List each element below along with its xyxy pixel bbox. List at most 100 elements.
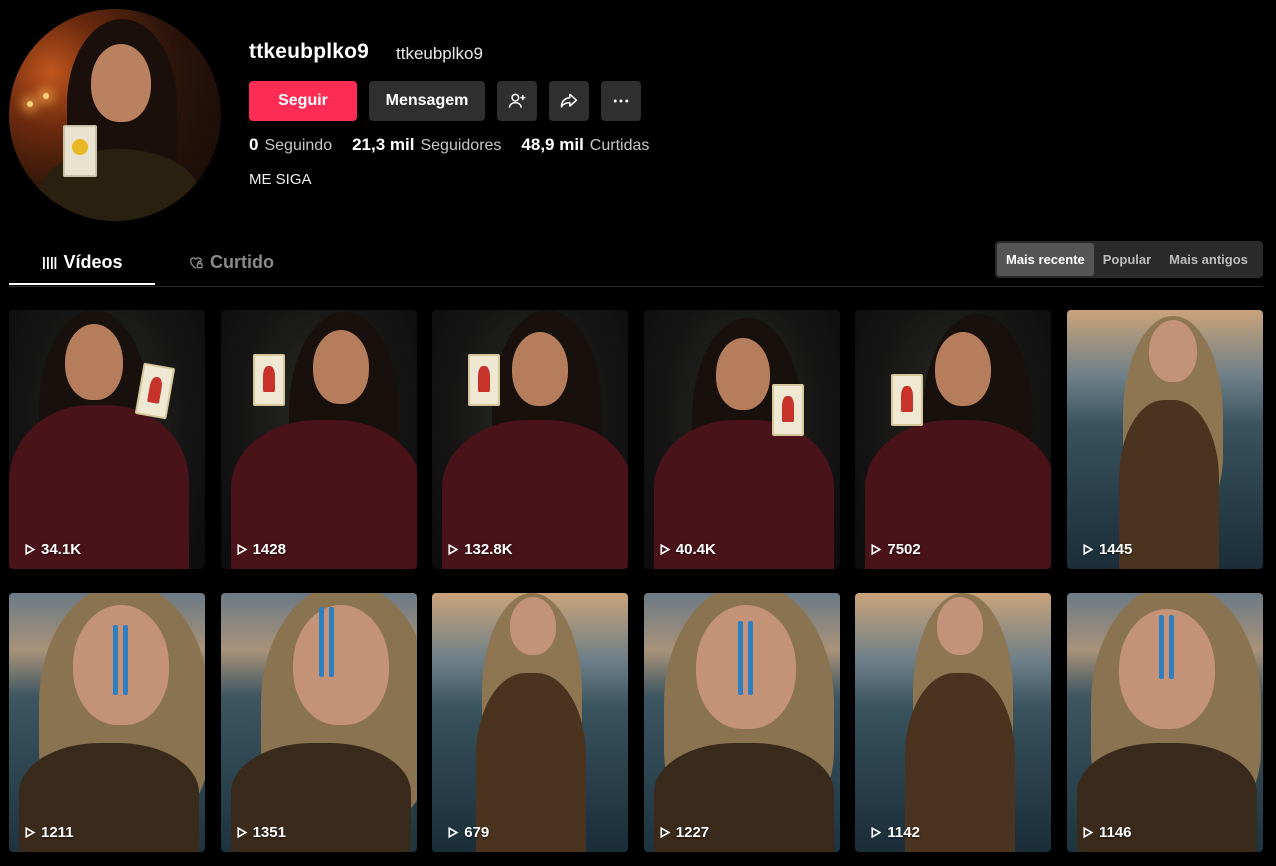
tab-liked[interactable]: Curtido — [188, 252, 274, 273]
play-icon — [25, 543, 36, 556]
figure-body — [1118, 400, 1219, 569]
add-friend-button[interactable] — [497, 81, 537, 121]
video-thumbnail[interactable]: 1146 — [1066, 593, 1263, 852]
figure-face — [1148, 320, 1197, 382]
face-paint — [747, 621, 753, 695]
view-count-value: 679 — [464, 824, 490, 841]
tarot-card — [771, 384, 804, 436]
tarot-card — [891, 374, 924, 426]
message-button[interactable]: Mensagem — [369, 81, 485, 121]
video-thumbnail[interactable]: 1142 — [855, 593, 1052, 852]
figure-face — [937, 597, 984, 655]
view-count: 132.8K — [446, 541, 513, 558]
video-thumbnail[interactable]: 34.1K — [9, 310, 205, 569]
figure-face — [73, 605, 169, 725]
view-count: 1142 — [869, 824, 920, 841]
more-button[interactable] — [601, 81, 641, 121]
follow-button[interactable]: Seguir — [249, 81, 357, 121]
play-icon — [1083, 826, 1094, 839]
video-thumbnail[interactable]: 1351 — [220, 593, 417, 852]
more-icon — [613, 99, 629, 103]
candle-light — [43, 93, 49, 99]
sort-selector: Mais recente Popular Mais antigos — [995, 241, 1263, 278]
view-count-value: 7502 — [887, 541, 921, 558]
face-paint — [1158, 615, 1164, 679]
view-count-value: 1351 — [252, 824, 286, 841]
tab-videos[interactable]: Vídeos — [9, 252, 155, 273]
play-icon — [25, 826, 36, 839]
tarot-card — [252, 354, 285, 406]
stat-label: Curtidas — [589, 137, 650, 154]
stat-value: 21,3 mil — [352, 135, 415, 154]
profile-username: ttkeubplko9 — [249, 40, 370, 63]
view-count: 7502 — [869, 541, 921, 558]
tarot-card — [63, 125, 97, 177]
view-count-value: 1142 — [887, 824, 920, 841]
play-icon — [448, 543, 459, 556]
face-paint — [123, 625, 128, 695]
view-count: 34.1K — [23, 541, 81, 558]
figure-face — [1118, 609, 1215, 729]
video-grid: 34.1K 1428 132.8K 40.4K 7502 1445 1211 1… — [9, 310, 1263, 852]
figure-face — [510, 597, 557, 655]
view-count-value: 1211 — [41, 824, 74, 841]
grid-bars-icon — [43, 256, 57, 269]
figure-face — [715, 338, 770, 410]
video-thumbnail[interactable]: 132.8K — [432, 310, 629, 569]
view-count: 679 — [446, 824, 489, 841]
figure-face — [512, 332, 569, 406]
stat-likes: 48,9 mil Curtidas — [521, 135, 649, 155]
video-thumbnail[interactable]: 679 — [432, 593, 629, 852]
tarot-card — [468, 354, 501, 406]
active-tab-indicator — [9, 283, 155, 285]
stat-followers[interactable]: 21,3 mil Seguidores — [352, 135, 501, 155]
view-count-value: 132.8K — [464, 541, 513, 558]
view-count: 1146 — [1081, 824, 1132, 841]
view-count: 1351 — [235, 824, 286, 841]
video-thumbnail[interactable]: 1227 — [643, 593, 840, 852]
video-thumbnail[interactable]: 40.4K — [643, 310, 840, 569]
view-count-value: 1146 — [1098, 824, 1132, 841]
view-count-value: 1428 — [252, 541, 286, 558]
face-paint — [113, 625, 118, 695]
add-friend-icon — [508, 93, 526, 108]
play-icon — [237, 826, 248, 839]
video-thumbnail[interactable]: 1445 — [1066, 310, 1263, 569]
profile-avatar[interactable] — [9, 9, 221, 221]
tabs-divider — [9, 286, 1263, 287]
sort-option-recent[interactable]: Mais recente — [997, 243, 1094, 276]
share-icon — [560, 93, 578, 108]
video-thumbnail[interactable]: 1211 — [9, 593, 205, 852]
tab-label: Vídeos — [63, 252, 123, 272]
figure-face — [65, 324, 123, 400]
tab-label: Curtido — [210, 252, 274, 272]
profile-nickname: ttkeubplko9 — [396, 44, 483, 63]
stat-value: 0 — [249, 135, 259, 154]
view-count: 1445 — [1081, 541, 1132, 558]
heart-lock-icon — [189, 256, 203, 269]
share-button[interactable] — [549, 81, 589, 121]
candle-light — [27, 101, 33, 107]
view-count: 1211 — [23, 824, 74, 841]
stat-label: Seguidores — [420, 137, 502, 154]
stat-value: 48,9 mil — [521, 135, 584, 154]
profile-bio: ME SIGA — [249, 171, 312, 188]
face-paint — [318, 607, 324, 677]
play-icon — [660, 826, 671, 839]
figure-body — [905, 673, 1016, 852]
sort-option-oldest[interactable]: Mais antigos — [1160, 243, 1257, 276]
avatar-face — [91, 44, 151, 122]
view-count-value: 40.4K — [675, 541, 716, 558]
view-count: 40.4K — [658, 541, 716, 558]
video-thumbnail[interactable]: 1428 — [220, 310, 417, 569]
figure-body — [476, 673, 587, 852]
stat-following[interactable]: 0 Seguindo — [249, 135, 332, 155]
profile-stats: 0 Seguindo 21,3 mil Seguidores 48,9 mil … — [249, 135, 669, 155]
view-count-value: 34.1K — [41, 541, 82, 558]
sort-option-popular[interactable]: Popular — [1094, 243, 1160, 276]
view-count: 1428 — [235, 541, 286, 558]
play-icon — [871, 543, 882, 556]
face-paint — [328, 607, 334, 677]
view-count-value: 1445 — [1098, 541, 1133, 558]
video-thumbnail[interactable]: 7502 — [855, 310, 1052, 569]
